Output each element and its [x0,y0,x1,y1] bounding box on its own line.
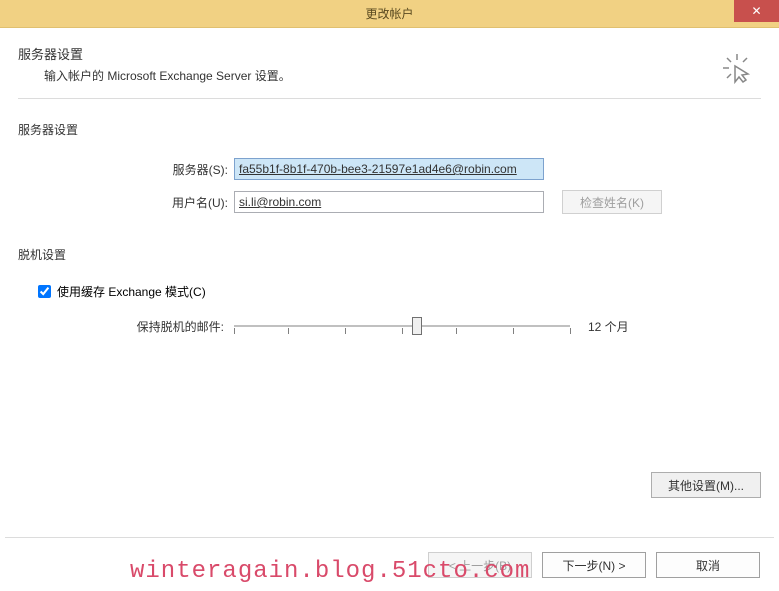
keep-offline-label: 保持脱机的邮件: [38,318,234,335]
server-label: 服务器(S): [18,161,234,178]
window-title: 更改帐户 [365,5,413,22]
server-settings-label: 服务器设置 [18,121,761,138]
title-bar: 更改帐户 ✕ [0,0,779,28]
cursor-click-icon [721,52,753,84]
slider-value-text: 12 个月 [588,318,629,335]
slider-line [234,325,570,327]
cancel-button[interactable]: 取消 [656,552,760,578]
server-input[interactable] [234,158,544,180]
cached-mode-checkbox[interactable] [38,285,51,298]
close-icon: ✕ [751,4,761,18]
username-input[interactable] [234,191,544,213]
close-button[interactable]: ✕ [734,0,779,22]
slider-thumb[interactable] [412,317,422,335]
offline-duration-slider[interactable] [234,314,570,338]
username-row: 用户名(U): 检查姓名(K) [18,190,761,214]
next-button[interactable]: 下一步(N) > [542,552,646,578]
footer-buttons: < 上一步(B) 下一步(N) > 取消 [5,537,774,586]
cached-mode-label: 使用缓存 Exchange 模式(C) [57,283,206,300]
cached-mode-row: 使用缓存 Exchange 模式(C) [38,283,761,300]
keep-offline-row: 保持脱机的邮件: 12 个月 [38,314,761,338]
more-settings-row: 其他设置(M)... [651,472,761,498]
content-area: 服务器设置 输入帐户的 Microsoft Exchange Server 设置… [0,28,779,338]
page-title: 服务器设置 [18,44,761,63]
page-subtitle: 输入帐户的 Microsoft Exchange Server 设置。 [18,67,761,84]
offline-settings-label: 脱机设置 [18,246,761,263]
server-row: 服务器(S): [18,158,761,180]
header-section: 服务器设置 输入帐户的 Microsoft Exchange Server 设置… [18,44,761,99]
username-label: 用户名(U): [18,194,234,211]
back-button[interactable]: < 上一步(B) [428,552,532,578]
check-name-button[interactable]: 检查姓名(K) [562,190,662,214]
more-settings-button[interactable]: 其他设置(M)... [651,472,761,498]
